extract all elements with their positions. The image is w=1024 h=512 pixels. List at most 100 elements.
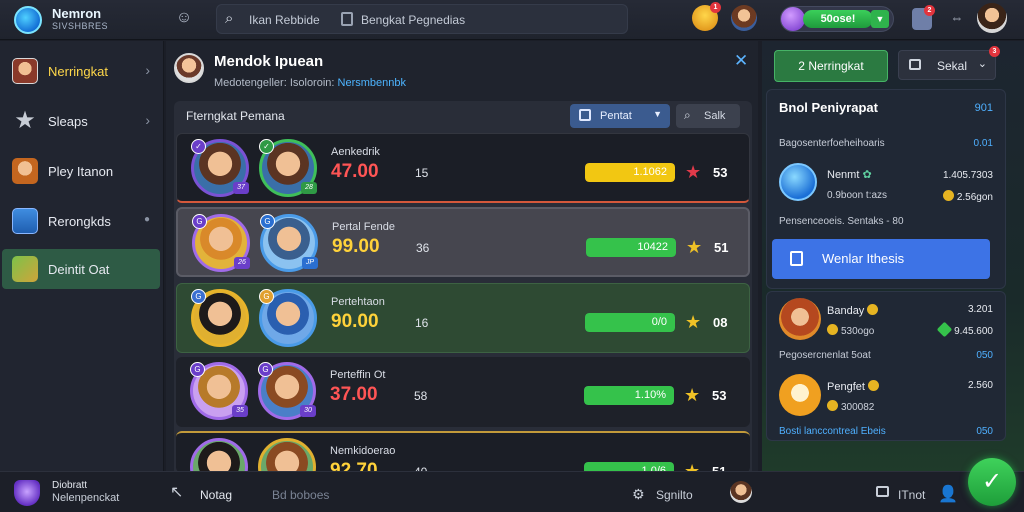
search-bar[interactable]: ⌕ Ikan Rebbide Bengkat Pegnedias xyxy=(216,4,628,34)
table-row[interactable]: ✓ 37 ✓ 28 Aenkedrik 47.00 15 1.1062 ★ 53 xyxy=(176,133,750,203)
player-name-text: Nenmt xyxy=(827,169,860,181)
screen-icon xyxy=(12,208,38,234)
map-icon xyxy=(12,256,38,282)
subtitle-text: Medotengeller: Isoloroin: xyxy=(214,77,335,89)
shield-icon[interactable] xyxy=(14,480,40,506)
chevron-down-icon[interactable]: ▼ xyxy=(871,10,889,28)
record-icon: ● xyxy=(143,214,150,225)
table-row[interactable]: G 26 G JP Pertal Fende 99.00 36 10422 ★ 51 xyxy=(176,207,750,277)
app-logo[interactable]: Nemron SIVSHBRES xyxy=(12,4,124,36)
profile-avatar[interactable] xyxy=(977,3,1007,33)
row-label: Perteffin Ot xyxy=(330,369,386,381)
progress-text: 10422 xyxy=(637,241,668,253)
panel-title: Fterngkat Pemana xyxy=(186,109,285,123)
table-row[interactable]: Nemkidoerao 92.70 40 1.0/6 ★ 51 xyxy=(176,431,750,473)
primary-action-button[interactable]: Wenlar Ithesis xyxy=(772,239,990,279)
filter-dropdown[interactable]: Pentat ▼ xyxy=(570,104,670,128)
close-icon[interactable]: ✕ xyxy=(734,51,748,71)
row-rank: 53 xyxy=(713,165,728,180)
player-sub-text: 530ogo xyxy=(841,326,875,337)
coin-icon xyxy=(867,304,879,315)
row-label: Pertehtaon xyxy=(331,296,385,308)
reward-icon xyxy=(779,374,821,416)
sidebar-item-rerongkds[interactable]: Rerongkds ● xyxy=(2,201,160,241)
document-icon xyxy=(341,12,353,26)
sidebar-item-sleaps[interactable]: ★ Sleaps › xyxy=(2,101,160,141)
sidebar-item-nerringkat[interactable]: Nerringkat › xyxy=(2,51,160,91)
player-name: Banday xyxy=(827,304,881,317)
settings-label[interactable]: Sgnilto xyxy=(656,488,693,502)
search-button[interactable]: ⌕ Salk xyxy=(676,104,740,128)
player-name: Nenmt ✿ xyxy=(827,168,872,181)
confirm-button[interactable]: ✓ xyxy=(968,458,1016,506)
table-row[interactable]: G 35 G 30 Perteffin Ot 37.00 58 1.10% ★ 53 xyxy=(176,357,750,427)
avatar[interactable] xyxy=(731,5,757,31)
search-icon: ⌕ xyxy=(684,108,691,122)
bottom-bar: Diobratt Nelenpenckat ↖ Notag Bd boboes … xyxy=(0,471,1024,512)
player-avatar: G 35 xyxy=(190,362,248,420)
card-line: Pegosercnenlat 5oat xyxy=(779,350,871,361)
nav-link[interactable]: Bd boboes xyxy=(272,488,329,502)
player-avatar: ✓ 37 xyxy=(191,139,249,197)
coin-icon xyxy=(942,190,954,201)
player-sub: 300082 xyxy=(827,400,874,413)
notification-badge: 1 xyxy=(710,2,721,13)
row-number: 16 xyxy=(415,316,429,330)
search-label: Ikan Rebbide xyxy=(249,13,320,27)
subtitle-link[interactable]: Nersmbennbk xyxy=(338,77,406,89)
inbox-icon[interactable]: 2 xyxy=(912,5,935,30)
gem-balance[interactable]: 50ose! ▼ xyxy=(780,6,894,32)
level-icon: JP xyxy=(302,257,318,269)
message-icon[interactable] xyxy=(876,486,889,497)
tab-label: Sekal xyxy=(937,59,968,73)
sidebar-item-label: Deintit Oat xyxy=(48,262,110,277)
tab-label: Nerringkat xyxy=(808,59,864,73)
coin-icon xyxy=(827,400,838,411)
player-sub-text: 300082 xyxy=(841,402,875,413)
sidebar-item-pley-itanon[interactable]: Pley Itanon xyxy=(2,151,160,191)
globe-icon xyxy=(779,163,817,201)
top-bar: Nemron SIVSHBRES ☺ ⌕ Ikan Rebbide Bengka… xyxy=(0,0,1024,40)
user-menu-icon[interactable]: ☺ xyxy=(172,9,196,31)
check-icon: ✓ xyxy=(259,139,274,154)
row-score: 47.00 xyxy=(331,161,379,182)
back-arrow-icon[interactable]: ↖ xyxy=(170,482,183,502)
table-row[interactable]: G G Pertehtaon 90.00 16 0/0 ★ 08 xyxy=(176,283,750,353)
sidebar-item-label: Sleaps xyxy=(48,114,88,129)
player-avatar: G 30 xyxy=(258,362,316,420)
avatar xyxy=(174,53,204,83)
star-icon: ★ xyxy=(14,107,36,134)
gem-icon xyxy=(936,321,953,338)
filter-label: Pentat xyxy=(600,110,632,122)
gold-star-icon: ★ xyxy=(684,385,701,405)
trophy-icon[interactable]: 1 xyxy=(692,2,721,31)
player-name-text: Banday xyxy=(827,305,865,317)
search-button-label: Salk xyxy=(704,110,726,122)
sidebar-item-label: Rerongkds xyxy=(48,214,111,229)
avatar[interactable] xyxy=(730,481,752,503)
row-number: 15 xyxy=(415,166,429,180)
red-star-icon: ★ xyxy=(685,162,702,182)
badge-icon: G xyxy=(258,362,273,377)
sidebar-item-label: Nerringkat xyxy=(48,64,108,79)
person-icon[interactable]: 👤 xyxy=(938,484,958,504)
card-footer-value: 050 xyxy=(976,426,993,437)
ranking-panel: Fterngkat Pemana Pentat ▼ ⌕ Salk ✓ 37 ✓ 28… xyxy=(174,101,752,473)
chevron-down-icon: ▼ xyxy=(653,109,662,119)
notification-badge: 2 xyxy=(924,5,935,16)
progress-bar: 1.1062 xyxy=(585,163,675,182)
chevron-down-icon: ⌄ xyxy=(977,58,987,70)
player-avatar: G JP xyxy=(260,214,318,272)
expand-icon[interactable]: ⇔ xyxy=(944,5,970,31)
nav-label[interactable]: Notag xyxy=(200,488,232,502)
tab-sekal[interactable]: Sekal ⌄ 3 xyxy=(898,46,1000,80)
tab-nerringkat[interactable]: 2 Nerringkat xyxy=(774,50,888,82)
card-footer-link[interactable]: Bosti lanccontreal Ebeis xyxy=(779,426,886,437)
trophy-label[interactable]: ITnot xyxy=(898,488,925,502)
search-secondary-label: Bengkat Pegnedias xyxy=(361,13,466,27)
sidebar-item-deintit-oat[interactable]: Deintit Oat xyxy=(2,249,160,289)
player-sub: 530ogo xyxy=(827,324,874,337)
sidebar: Nerringkat › ★ Sleaps › Pley Itanon Rero… xyxy=(0,41,164,471)
page-subtitle: Medotengeller: Isoloroin: Nersmbennbk xyxy=(214,77,406,89)
settings-icon[interactable]: ⚙ xyxy=(632,486,645,503)
